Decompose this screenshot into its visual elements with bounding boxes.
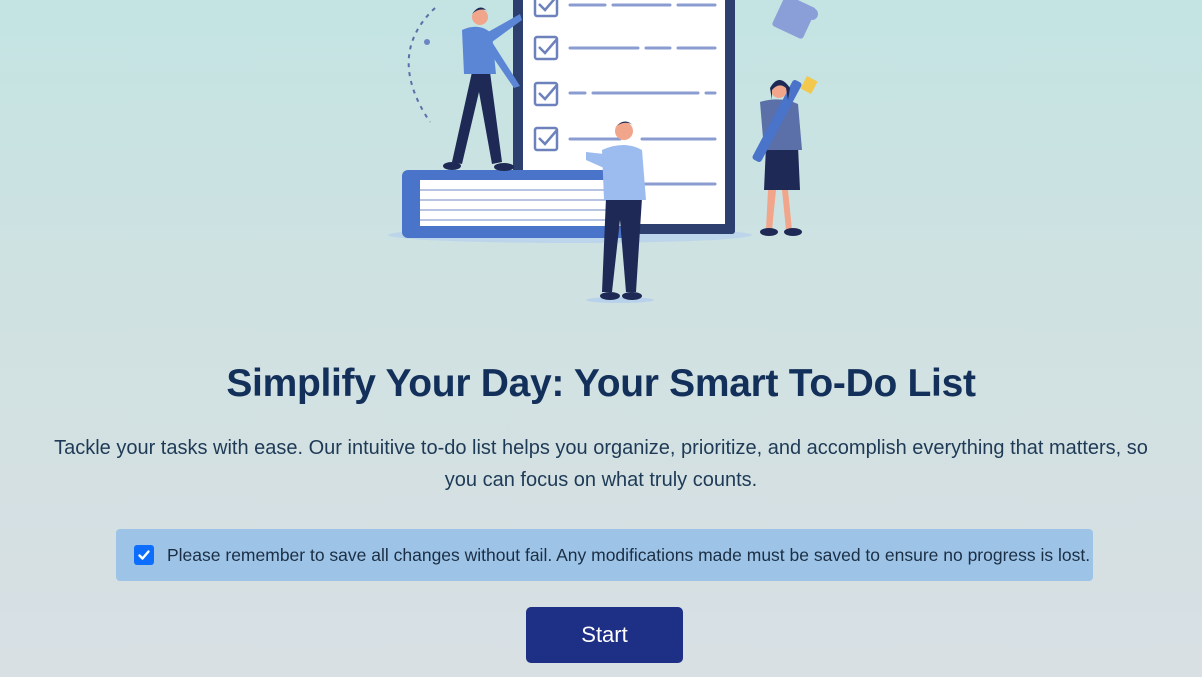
save-reminder-checkbox[interactable] [134,545,154,565]
puzzle-icon [772,0,818,39]
person-pointing-figure [443,7,522,171]
hero-illustration [380,0,830,310]
person-with-pencil-figure [752,76,818,236]
page-subtitle: Tackle your tasks with ease. Our intuiti… [40,432,1162,496]
page-title: Simplify Your Day: Your Smart To-Do List [226,362,976,405]
subtitle-line-1: Tackle your tasks with ease. Our intuiti… [54,437,1148,459]
save-reminder-notice: Please remember to save all changes with… [116,529,1093,581]
subtitle-line-2: you can focus on what truly counts. [444,469,758,491]
save-reminder-text: Please remember to save all changes with… [167,544,1091,565]
checklist-illustration [388,0,818,303]
checkmark-icon [138,550,150,560]
start-button[interactable]: Start [526,607,683,663]
